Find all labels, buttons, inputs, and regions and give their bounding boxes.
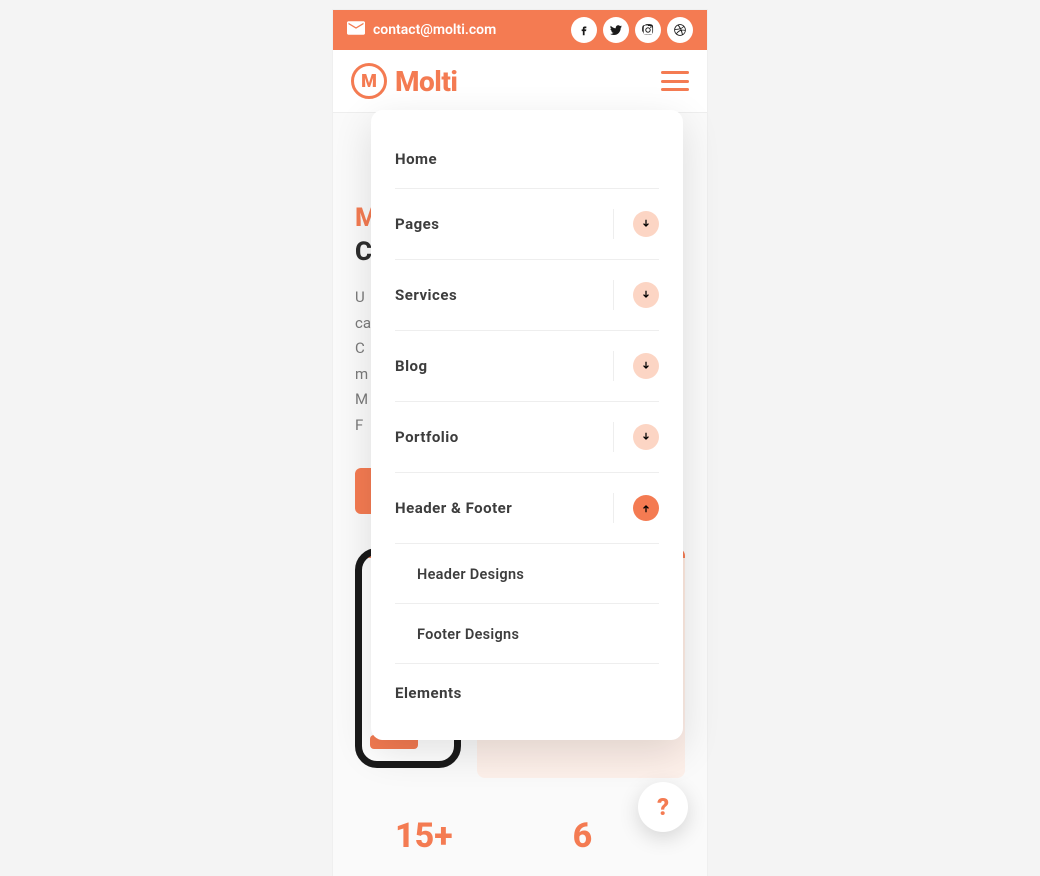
mobile-nav-menu: Home Pages Services Blog [371,110,683,740]
stats-row: 15+ 6 [355,816,685,856]
nav-item-portfolio[interactable]: Portfolio [395,402,659,473]
nav-item-pages[interactable]: Pages [395,189,659,260]
contact-email[interactable]: contact@molti.com [347,21,496,39]
logo-mark-icon: M [351,63,387,99]
nav-item-blog[interactable]: Blog [395,331,659,402]
expand-toggle[interactable] [613,209,659,239]
chevron-down-icon [633,353,659,379]
question-icon: ? [657,793,669,821]
top-contact-bar: contact@molti.com [333,10,707,50]
expand-toggle[interactable] [613,280,659,310]
social-icons [571,17,693,43]
chevron-down-icon [633,211,659,237]
nav-item-services[interactable]: Services [395,260,659,331]
nav-item-elements[interactable]: Elements [395,664,659,712]
site-header: M Molti [333,50,707,113]
nav-subitem-footer-designs[interactable]: Footer Designs [395,604,659,664]
stat-value-1: 15+ [395,816,453,856]
chevron-down-icon [633,282,659,308]
expand-toggle[interactable] [613,351,659,381]
stat-value-2: 6 [573,816,593,856]
chevron-up-icon [633,495,659,521]
twitter-icon[interactable] [603,17,629,43]
facebook-icon[interactable] [571,17,597,43]
brand-logo[interactable]: M Molti [351,63,457,99]
nav-subitem-header-designs[interactable]: Header Designs [395,544,659,604]
menu-toggle-icon[interactable] [661,71,689,91]
chevron-down-icon [633,424,659,450]
help-button[interactable]: ? [638,782,688,832]
expand-toggle[interactable] [613,422,659,452]
nav-item-home[interactable]: Home [395,132,659,189]
envelope-icon [347,21,365,39]
logo-text: Molti [395,65,457,98]
nav-item-header-footer[interactable]: Header & Footer [395,473,659,544]
dribbble-icon[interactable] [667,17,693,43]
submenu-header-footer: Header Designs Footer Designs [395,544,659,664]
expand-toggle[interactable] [613,493,659,523]
contact-email-text: contact@molti.com [373,22,496,38]
instagram-icon[interactable] [635,17,661,43]
